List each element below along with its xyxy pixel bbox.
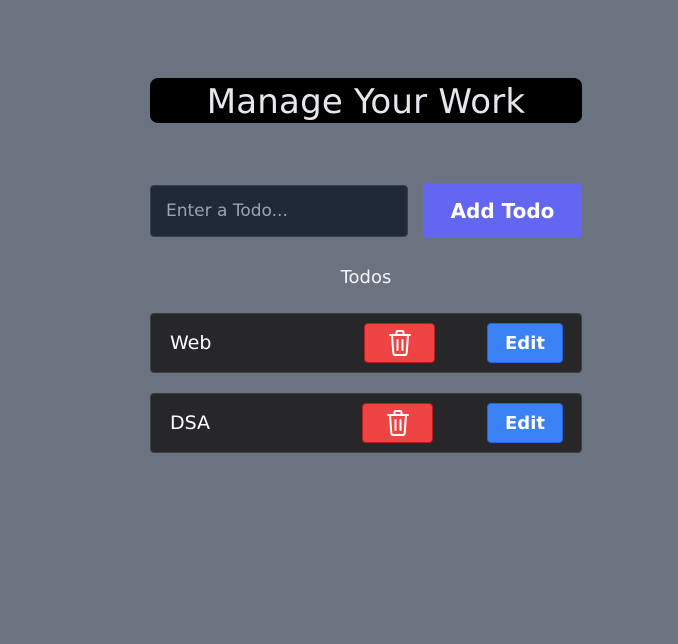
todo-item: Web Edit <box>150 313 582 373</box>
trash-icon <box>386 410 409 436</box>
todo-item: DSA Edit <box>150 393 582 453</box>
edit-todo-button[interactable]: Edit <box>487 323 563 363</box>
trash-icon <box>388 330 411 356</box>
page-title-banner: Manage Your Work <box>150 78 582 123</box>
delete-todo-button[interactable] <box>362 403 433 443</box>
todos-heading: Todos <box>340 267 392 288</box>
page-title: Manage Your Work <box>206 81 526 122</box>
delete-todo-button[interactable] <box>364 323 435 363</box>
edit-todo-button[interactable]: Edit <box>487 403 563 443</box>
todo-text: Web <box>170 332 212 354</box>
todo-text: DSA <box>170 412 211 434</box>
todo-input[interactable] <box>150 185 408 237</box>
add-todo-button[interactable]: Add Todo <box>423 183 582 238</box>
